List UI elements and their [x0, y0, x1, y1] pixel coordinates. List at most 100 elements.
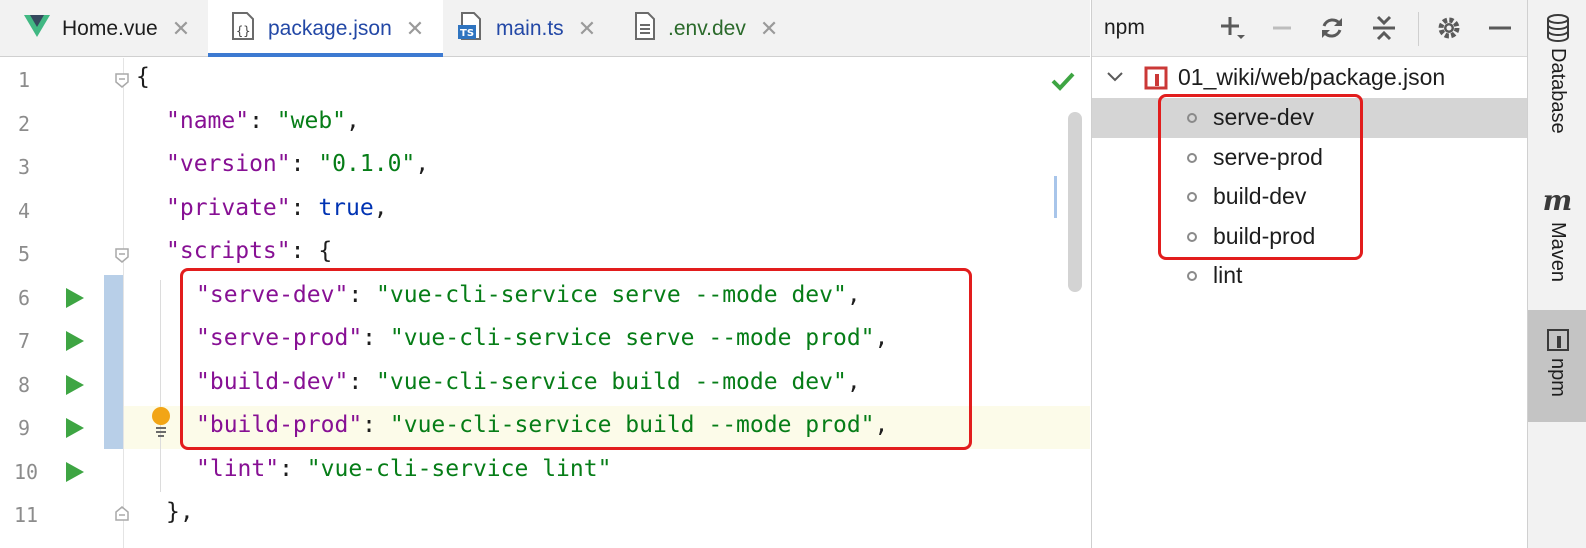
typescript-file-icon: TS — [458, 11, 484, 47]
tab-label: package.json — [268, 16, 392, 40]
highlight-box-scripts — [180, 268, 972, 450]
vue-file-icon — [24, 14, 50, 43]
close-icon[interactable]: ✕ — [172, 17, 190, 40]
code-line-4: "private": true, — [166, 195, 388, 221]
settings-icon — [1438, 17, 1460, 39]
toolbar-separator — [1418, 12, 1419, 46]
vcs-change-marker[interactable] — [104, 275, 123, 449]
tab-main-ts[interactable]: TS main.ts ✕ — [458, 0, 618, 57]
code-line-1: { — [136, 64, 150, 90]
code-line-2: "name": "web", — [166, 108, 360, 134]
json-key: "lint" — [196, 456, 280, 482]
tree-root-label: 01_wiki/web/package.json — [1178, 64, 1446, 90]
strip-item-npm[interactable]: npm — [1528, 310, 1586, 422]
indent-guide — [160, 280, 161, 492]
maven-icon: m — [1542, 184, 1573, 217]
strip-label: npm — [1547, 358, 1569, 397]
npm-package-icon — [1144, 66, 1168, 90]
minimize-icon — [1489, 26, 1511, 30]
code-token: { — [136, 64, 150, 90]
line-number: 8 — [18, 373, 31, 397]
check-icon — [1051, 72, 1075, 91]
tab-package-json[interactable]: {} package.json ✕ — [208, 0, 443, 57]
highlight-box-npm-scripts — [1158, 94, 1363, 260]
refresh-icon — [1322, 18, 1342, 38]
json-key: "name" — [166, 108, 250, 134]
vertical-scrollbar[interactable] — [1068, 112, 1082, 292]
close-icon[interactable]: ✕ — [760, 17, 778, 40]
active-tab-indicator — [208, 53, 443, 57]
fold-close-icon[interactable] — [114, 506, 130, 522]
tab-label: .env.dev — [668, 16, 746, 40]
run-script-icon[interactable] — [66, 462, 84, 482]
remove-icon — [1273, 26, 1291, 30]
npm-icon — [1546, 329, 1569, 351]
strip-label: Maven — [1547, 222, 1569, 283]
line-number: 4 — [18, 199, 31, 223]
editor-gutter: 1 2 3 4 5 6 7 8 9 10 11 — [0, 58, 129, 548]
json-string: "web" — [276, 108, 347, 134]
settings-button[interactable] — [1433, 12, 1465, 44]
strip-label: Database — [1547, 48, 1569, 134]
tab-label: Home.vue — [62, 16, 158, 40]
run-script-icon[interactable] — [66, 418, 84, 438]
editor-tab-bar: Home.vue ✕ {} package.json ✕ TS main.ts … — [0, 0, 1090, 57]
line-number: 7 — [18, 329, 31, 353]
tree-root-package-json[interactable]: 01_wiki/web/package.json — [1092, 58, 1528, 98]
minimize-button[interactable] — [1484, 12, 1516, 44]
code-token: { — [318, 238, 333, 264]
code-token: }, — [166, 499, 194, 525]
fold-open-icon[interactable] — [114, 72, 130, 88]
json-key: "version" — [166, 151, 291, 177]
json-key: "private" — [166, 195, 291, 221]
line-number: 1 — [18, 68, 31, 92]
line-number: 5 — [18, 242, 31, 266]
svg-text:{}: {} — [236, 24, 250, 38]
close-icon[interactable]: ✕ — [578, 17, 596, 40]
collapse-icon — [1373, 15, 1395, 41]
line-number: 11 — [14, 503, 39, 527]
json-keyword: true — [318, 195, 374, 221]
line-number: 3 — [18, 155, 31, 179]
run-script-icon[interactable] — [66, 375, 84, 395]
tab-home-vue[interactable]: Home.vue ✕ — [24, 0, 208, 57]
editor-pane: Home.vue ✕ {} package.json ✕ TS main.ts … — [0, 0, 1090, 548]
lightbulb-icon[interactable] — [150, 406, 172, 440]
chevron-down-icon[interactable] — [1106, 70, 1124, 84]
line-number: 2 — [18, 112, 31, 136]
strip-item-maven[interactable]: m Maven — [1528, 184, 1586, 283]
code-line-10: "lint": "vue-cli-service lint" — [196, 456, 612, 482]
npm-header: npm — [1092, 0, 1528, 57]
json-string: "vue-cli-service lint" — [306, 456, 612, 482]
remove-button[interactable] — [1266, 12, 1298, 44]
fold-open-icon[interactable] — [114, 247, 130, 263]
collapse-all-button[interactable] — [1368, 12, 1400, 44]
strip-item-database[interactable]: Database — [1528, 14, 1586, 134]
json-string: "0.1.0" — [318, 151, 416, 177]
tab-label: main.ts — [496, 16, 564, 40]
refresh-button[interactable] — [1316, 12, 1348, 44]
code-line-3: "version": "0.1.0", — [166, 151, 430, 177]
script-bullet-icon — [1187, 271, 1197, 281]
tool-window-strip: Database m Maven npm — [1527, 0, 1586, 548]
database-icon — [1546, 14, 1569, 42]
run-script-icon[interactable] — [66, 288, 84, 308]
add-button[interactable] — [1216, 12, 1248, 44]
tree-item-lint[interactable]: lint — [1092, 256, 1528, 296]
npm-title: npm — [1104, 16, 1145, 39]
json-file-icon: {} — [230, 11, 256, 47]
change-stripe — [1054, 176, 1057, 218]
code-line-11: }, — [166, 499, 194, 525]
tab-env-dev[interactable]: .env.dev ✕ — [634, 0, 794, 57]
npm-tool-window: npm 01_wiki/web/package.json serve-dev s — [1091, 0, 1528, 548]
line-number: 10 — [14, 460, 39, 484]
line-number: 9 — [18, 416, 31, 440]
close-icon[interactable]: ✕ — [406, 17, 424, 40]
text-file-icon — [634, 11, 656, 47]
add-icon — [1221, 17, 1245, 39]
line-number: 6 — [18, 286, 31, 310]
json-key: "scripts" — [166, 238, 291, 264]
run-script-icon[interactable] — [66, 331, 84, 351]
code-line-5: "scripts": { — [166, 238, 333, 264]
svg-text:TS: TS — [460, 28, 474, 39]
